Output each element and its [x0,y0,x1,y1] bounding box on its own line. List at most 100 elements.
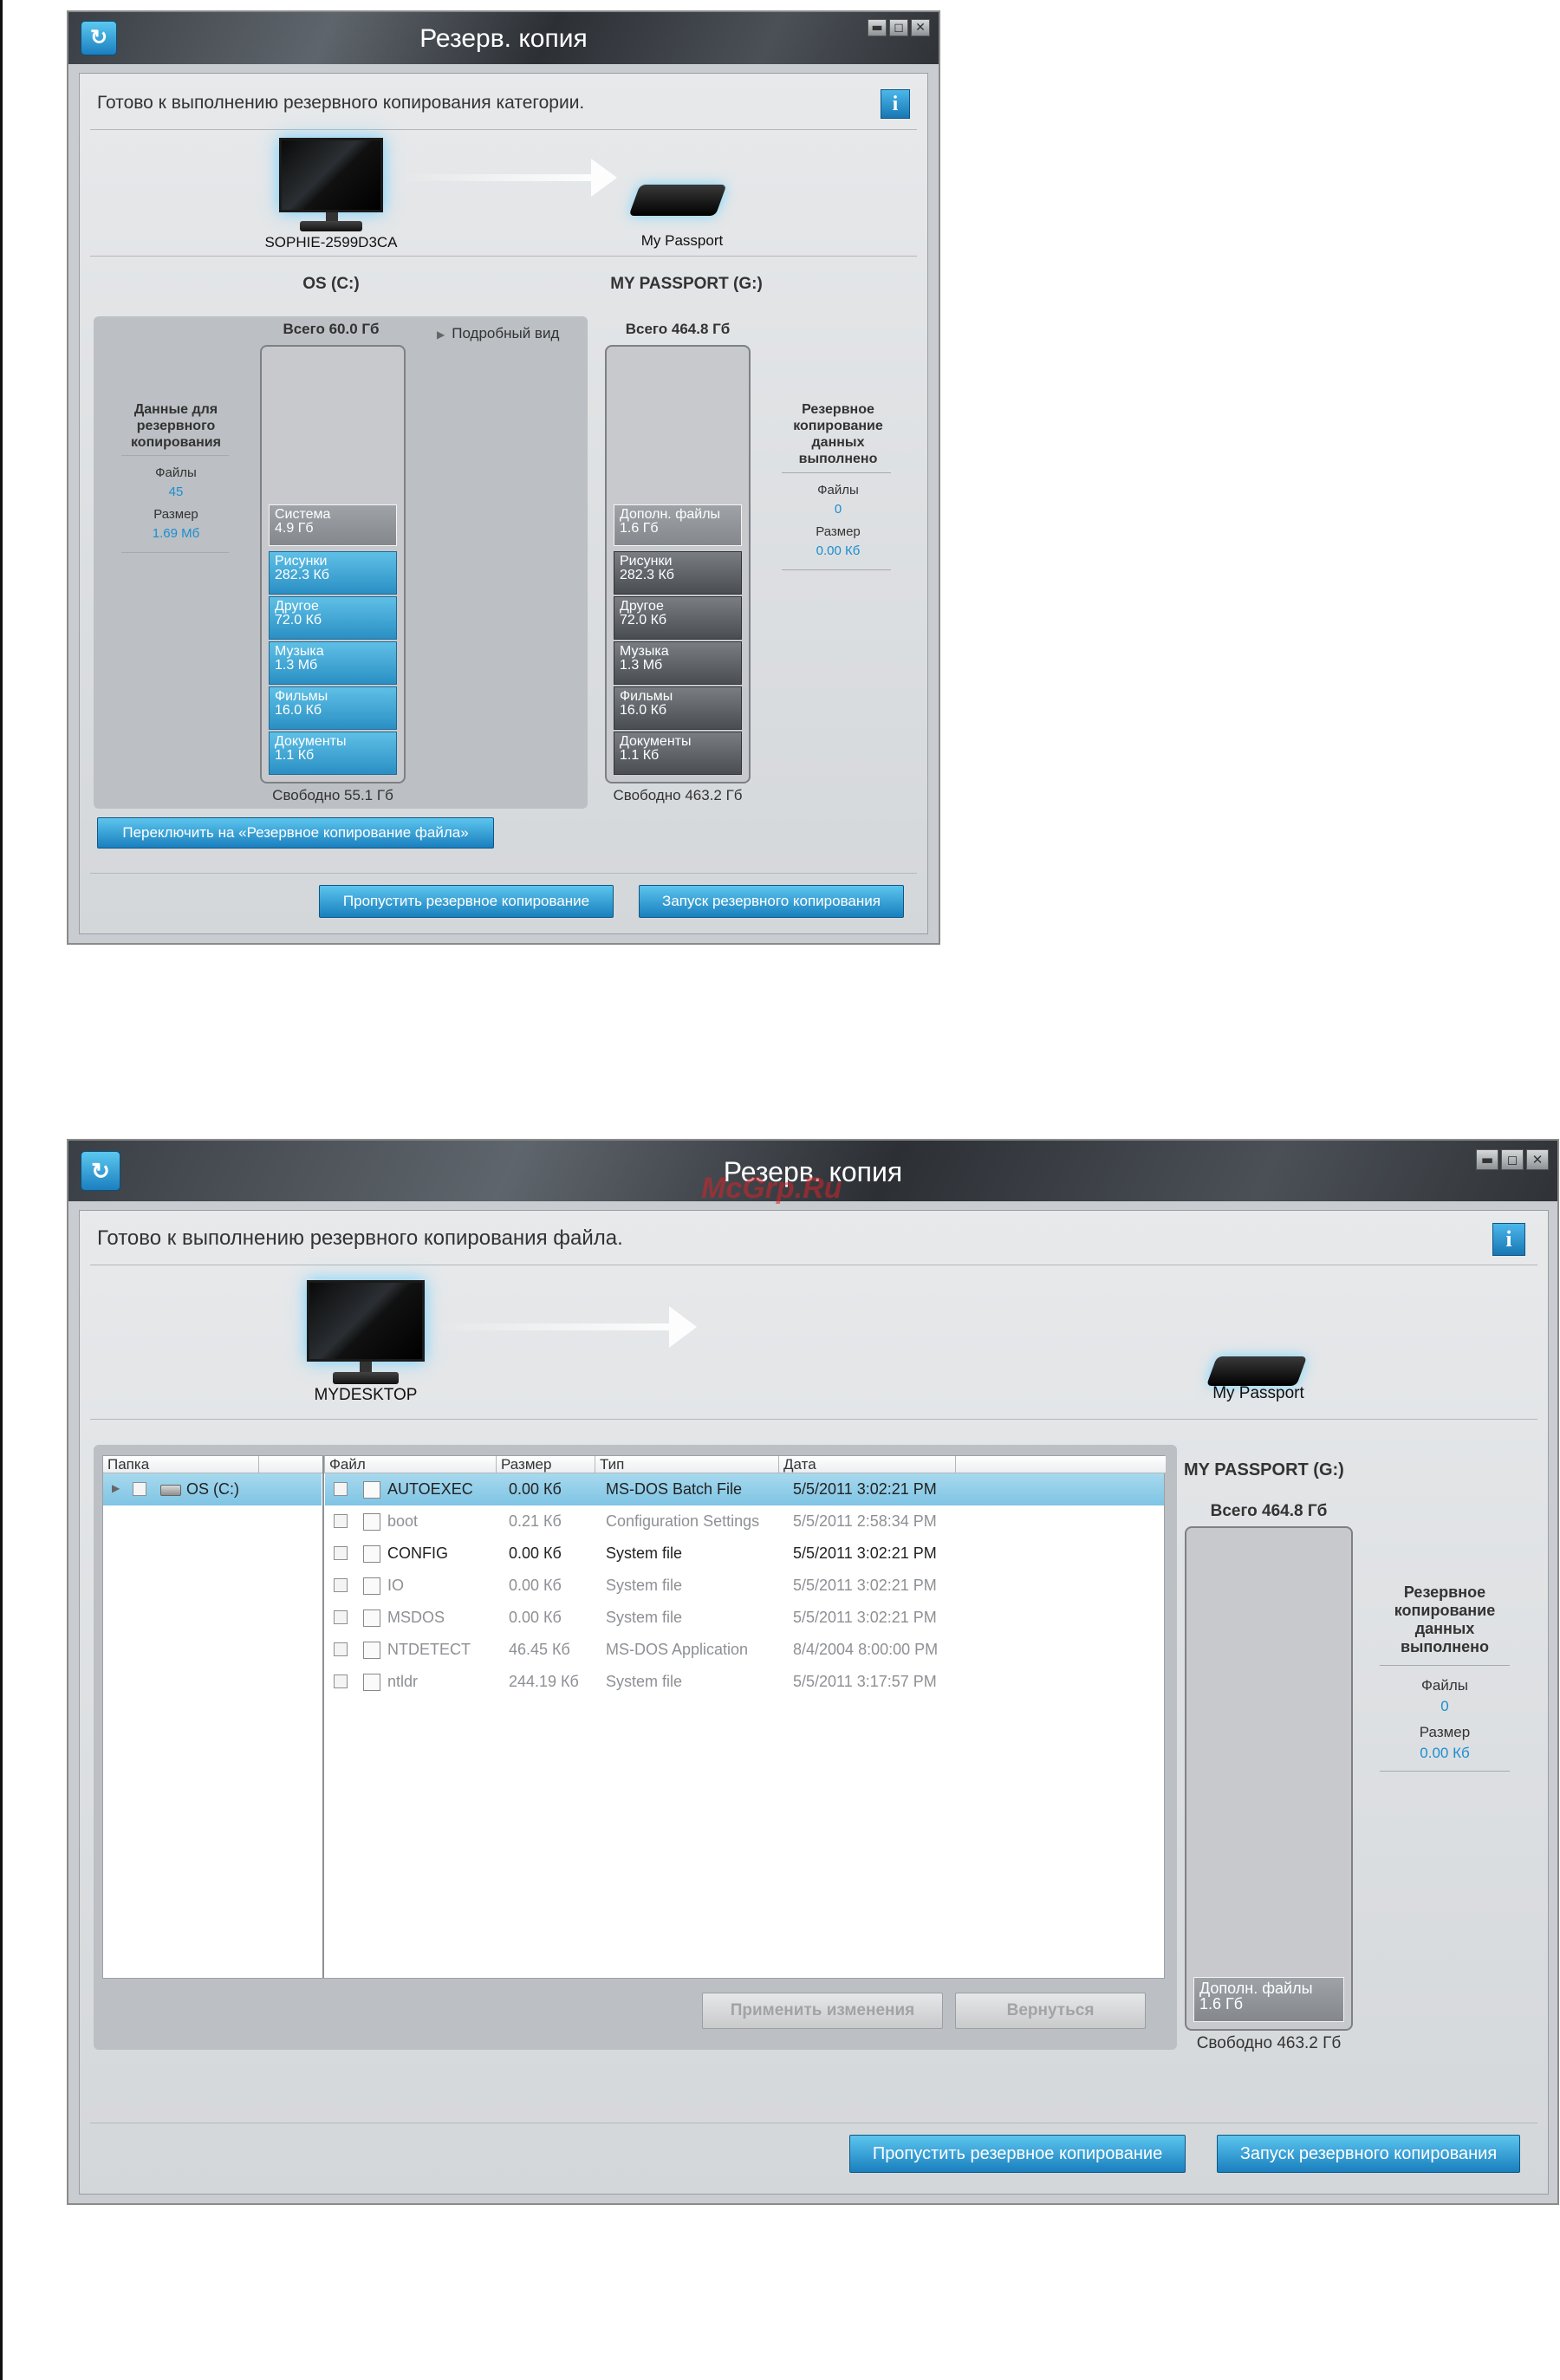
detail-view-label: Подробный вид [452,325,560,341]
apply-changes-button[interactable]: Применить изменения [702,1993,943,2029]
column-header-folder[interactable]: Папка [103,1456,259,1473]
segment-pictures[interactable]: Рисунки 282.3 Кб [269,551,397,595]
expand-icon[interactable]: ▶ [112,1482,120,1494]
folder-checkbox[interactable] [133,1482,146,1496]
file-size: 46.45 Кб [509,1641,570,1658]
maximize-icon[interactable]: ◻ [1501,1149,1524,1170]
computer-monitor-icon [307,1280,425,1388]
file-checkbox[interactable] [334,1610,348,1624]
window-controls: ▬ ◻ ✕ [1476,1149,1549,1170]
file-icon [363,1609,380,1627]
segment-additional-files: Дополн. файлы 1.6 Гб [614,504,742,546]
segment-additional-files: Дополн. файлы 1.6 Гб [1193,1977,1344,2022]
segment-pictures: Рисунки 282.3 Кб [614,551,742,595]
switch-to-file-backup-button[interactable]: Переключить на «Резервное копирование фа… [97,817,494,849]
column-header-date[interactable]: Дата [779,1456,956,1473]
computer-name: SOPHIE-2599D3CA [264,234,398,250]
backup-window-category: ↻ Резерв. копия ▬ ◻ ✕ Готово к выполнени… [67,10,940,945]
segment-documents[interactable]: Документы 1.1 Кб [269,732,397,775]
file-checkbox[interactable] [334,1674,348,1688]
right-total: Всего 464.8 Гб [625,321,731,337]
file-checkbox[interactable] [334,1642,348,1656]
close-icon[interactable]: ✕ [1526,1149,1549,1170]
info-icon[interactable]: i [1492,1223,1525,1256]
pane-divider[interactable] [322,1456,324,1978]
file-name: ntldr [387,1673,419,1690]
column-header-file[interactable]: Файл [325,1456,497,1473]
drive-free-space: Свободно 463.2 Гб [1196,2034,1342,2052]
backup-window-file: ↻ Резерв. копия McGrp.Ru ▬ ◻ ✕ Готово к … [67,1139,1559,2205]
window-controls: ▬ ◻ ✕ [868,19,930,36]
file-type: System file [606,1577,683,1594]
file-row[interactable]: CONFIG 0.00 Кб System file 5/5/2011 3:02:21… [325,1538,1164,1570]
file-row[interactable]: ntldr 244.19 Кб System file 5/5/2011 3:17:5… [325,1666,1164,1698]
file-type: System file [606,1609,683,1626]
segment-other[interactable]: Другое 72.0 Кб [269,596,397,640]
file-row[interactable]: NTDETECT 46.45 Кб MS-DOS Application 8/4/20… [325,1634,1164,1666]
file-date: 5/5/2011 3:02:21 PM [793,1480,937,1498]
skip-backup-button[interactable]: Пропустить резервное копирование [319,885,614,918]
file-row[interactable]: MSDOS 0.00 Кб System file 5/5/2011 3:02:21 … [325,1602,1164,1634]
file-icon [363,1642,380,1659]
folder-tree-item[interactable]: ▶ OS (C:) [103,1473,322,1505]
drive-total: Всего 464.8 Гб [1210,1502,1328,1520]
file-checkbox[interactable] [334,1514,348,1528]
file-row[interactable]: boot 0.21 Кб Configuration Settings 5/5/201… [325,1505,1164,1538]
skip-backup-button[interactable]: Пропустить резервное копирование [849,2135,1186,2173]
file-type: MS-DOS Batch File [606,1480,743,1498]
column-header-size[interactable]: Размер [497,1456,595,1473]
info-icon[interactable]: i [881,89,910,119]
maximize-icon[interactable]: ◻ [889,19,908,36]
title-bar: ↻ Резерв. копия McGrp.Ru ▬ ◻ ✕ [68,1141,1557,1205]
file-name: MSDOS [387,1609,445,1626]
title-bar: ↻ Резерв. копия ▬ ◻ ✕ [68,12,939,64]
start-backup-button[interactable]: Запуск резервного копирования [639,885,904,918]
external-drive-icon [628,185,727,216]
column-header-type[interactable]: Тип [595,1456,779,1473]
triangle-right-icon: ▶ [437,328,445,341]
file-browser-table: Папка Файл Размер Тип Дата ▶ OS (C:) AUT… [102,1455,1166,1979]
file-date: 5/5/2011 3:02:21 PM [793,1544,937,1562]
file-type: MS-DOS Application [606,1641,749,1658]
file-date: 5/5/2011 3:02:21 PM [793,1609,937,1626]
separator [90,129,917,130]
file-date: 5/5/2011 2:58:34 PM [793,1512,937,1530]
minimize-icon[interactable]: ▬ [1476,1149,1498,1170]
files-label: Файлы [155,465,197,480]
source-capacity-tank: Система 4.9 Гб Рисунки 282.3 Кб Другое 72.0… [260,345,406,784]
file-icon [363,1545,380,1563]
segment-music: Музыка 1.3 Мб [614,641,742,685]
page-margin-rule [0,0,3,2380]
size-value: 0.00 Кб [816,543,861,558]
segment-movies[interactable]: Фильмы 16.0 Кб [269,686,397,730]
left-total: Всего 60.0 Гб [283,321,380,337]
size-label: Размер [153,507,198,522]
file-checkbox[interactable] [334,1578,348,1592]
file-type: System file [606,1544,683,1562]
revert-button[interactable]: Вернуться [955,1993,1146,2029]
right-drive-header: MY PASSPORT (G:) [610,275,763,293]
file-row[interactable]: IO 0.00 Кб System file 5/5/2011 3:02:21 PM [325,1570,1164,1602]
file-size: 0.00 Кб [509,1480,562,1498]
size-label: Размер [816,524,861,539]
files-count: 0 [1440,1698,1449,1714]
file-row[interactable]: AUTOEXEC 0.00 Кб MS-DOS Batch File 5/5/2011… [325,1473,1164,1505]
file-checkbox[interactable] [334,1482,348,1496]
start-backup-button[interactable]: Запуск резервного копирования [1217,2135,1520,2173]
files-label: Файлы [1420,1677,1468,1694]
segment-system[interactable]: Система 4.9 Гб [269,504,397,546]
file-name: NTDETECT [387,1641,471,1658]
backup-done-heading: Резервное копирование данных выполнено [1394,1583,1496,1655]
minimize-icon[interactable]: ▬ [868,19,887,36]
column-header-filler [956,1456,1166,1473]
segment-documents: Документы 1.1 Кб [614,732,742,775]
segment-music[interactable]: Музыка 1.3 Мб [269,641,397,685]
content-panel: Готово к выполнению резервного копирован… [79,1210,1549,2195]
file-size: 0.00 Кб [509,1577,562,1594]
close-icon[interactable]: ✕ [911,19,930,36]
file-name: boot [387,1512,419,1530]
files-count: 0 [834,502,842,517]
file-checkbox[interactable] [334,1546,348,1560]
file-name: AUTOEXEC [387,1480,473,1498]
detail-view-toggle[interactable]: ▶ Подробный вид [437,325,559,342]
